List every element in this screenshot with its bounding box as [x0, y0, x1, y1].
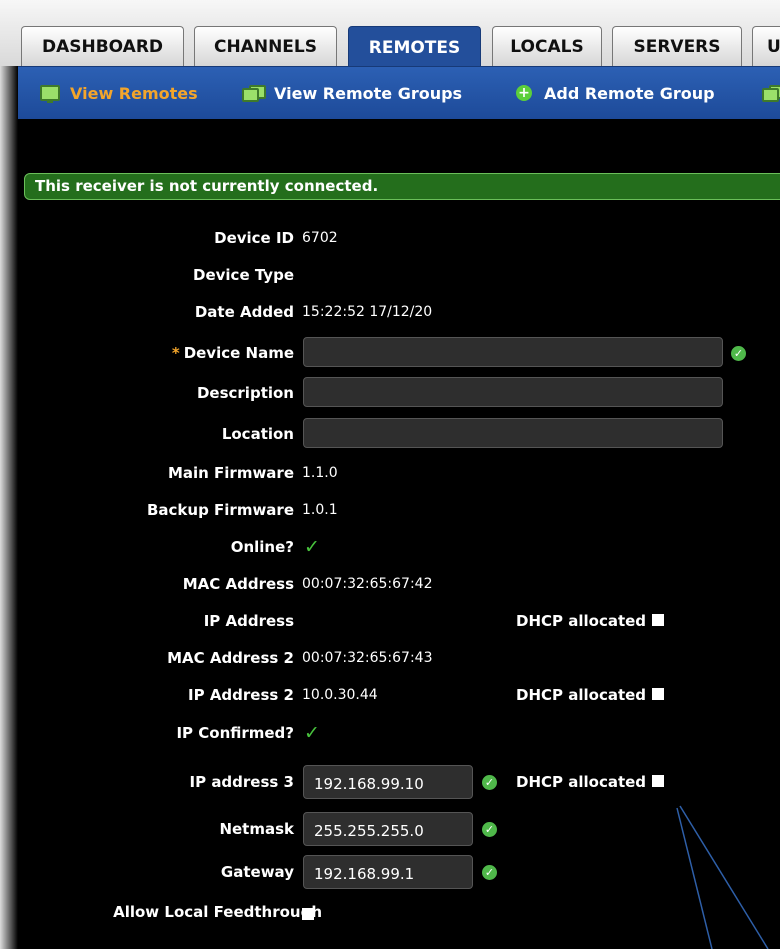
annotation-arrows — [676, 805, 769, 949]
annotation-arrow-line-2 — [679, 805, 769, 949]
